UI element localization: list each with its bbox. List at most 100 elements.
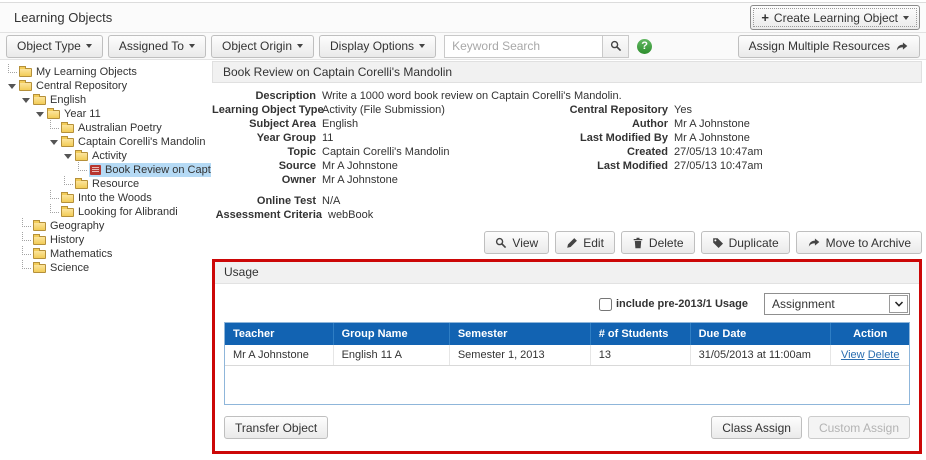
chevron-down-icon [86, 44, 92, 48]
usage-title: Usage [215, 262, 919, 284]
include-pre-2013-usage-checkbox[interactable] [599, 298, 612, 311]
tree-item-label: Activity [92, 150, 127, 162]
tree-connector [22, 246, 31, 255]
folder-icon [19, 68, 32, 77]
forward-arrow-icon [895, 41, 909, 52]
tree-item-label: Mathematics [50, 248, 112, 260]
tree-item-english[interactable]: English [4, 93, 211, 107]
object-type-dropdown[interactable]: Object Type [6, 35, 103, 58]
column-header-semester: Semester [449, 323, 590, 345]
edit-button[interactable]: Edit [555, 231, 615, 254]
usage-type-selected-value: Assignment [772, 297, 835, 311]
tree-item-book-review-selected[interactable]: Book Review on Captain Co [4, 163, 211, 177]
page-title: Learning Objects [14, 10, 112, 25]
folder-icon [61, 194, 74, 203]
usage-type-select[interactable]: Assignment [764, 293, 910, 315]
duplicate-button[interactable]: Duplicate [701, 231, 790, 254]
usage-table-row: Mr A Johnstone English 11 A Semester 1, … [225, 345, 909, 365]
field-value: Captain Corelli's Mandolin [316, 145, 449, 159]
tree-item-label: Central Repository [36, 80, 127, 92]
transfer-object-label: Transfer Object [235, 421, 317, 435]
tree-item-mathematics[interactable]: Mathematics [4, 247, 211, 261]
trash-icon [632, 237, 644, 249]
transfer-object-button[interactable]: Transfer Object [224, 416, 328, 439]
duplicate-label: Duplicate [729, 236, 779, 250]
tree-item-label: Looking for Alibrandi [78, 206, 178, 218]
field-label: Last Modified [552, 159, 668, 173]
object-action-bar: View Edit Delete [212, 222, 922, 257]
tree-item-geography[interactable]: Geography [4, 219, 211, 233]
search-icon [610, 40, 622, 52]
create-learning-object-label: Create Learning Object [774, 11, 898, 25]
tree-item-captain-corellis-mandolin[interactable]: Captain Corelli's Mandolin [4, 135, 211, 149]
display-options-dropdown[interactable]: Display Options [319, 35, 436, 58]
tree-item-central-repository[interactable]: Central Repository [4, 79, 211, 93]
tree-item-label: English [50, 94, 86, 106]
delete-button[interactable]: Delete [621, 231, 695, 254]
field-value: Mr A Johnstone [668, 131, 750, 145]
repository-tree: My Learning Objects Central Repository E… [0, 60, 211, 275]
tree-connector [22, 260, 31, 269]
tree-connector [22, 232, 31, 241]
title-bar: Learning Objects + Create Learning Objec… [0, 3, 926, 33]
move-to-archive-button[interactable]: Move to Archive [796, 231, 922, 254]
tree-expanded-icon[interactable] [50, 140, 58, 145]
assign-multiple-resources-button[interactable]: Assign Multiple Resources [738, 35, 920, 58]
cell-due-date: 31/05/2013 at 11:00am [690, 345, 831, 365]
tree-item-year-11[interactable]: Year 11 [4, 107, 211, 121]
field-value: webBook [322, 208, 373, 222]
tree-item-australian-poetry[interactable]: Australian Poetry [4, 121, 211, 135]
create-learning-object-button[interactable]: + Create Learning Object [750, 5, 920, 30]
view-button[interactable]: View [484, 231, 549, 254]
folder-icon [61, 124, 74, 133]
tree-item-history[interactable]: History [4, 233, 211, 247]
help-icon[interactable]: ? [637, 39, 652, 54]
class-assign-button[interactable]: Class Assign [711, 416, 802, 439]
tree-expanded-icon[interactable] [22, 98, 30, 103]
row-delete-link[interactable]: Delete [868, 349, 900, 361]
tree-item-label: Captain Corelli's Mandolin [78, 136, 205, 148]
keyword-search-input[interactable] [444, 35, 602, 58]
detail-title: Book Review on Captain Corelli's Mandoli… [212, 61, 922, 83]
field-value: N/A [316, 194, 340, 208]
learning-objects-app: Learning Objects + Create Learning Objec… [0, 0, 926, 460]
field-label: Description [212, 89, 316, 103]
search-button[interactable] [602, 35, 629, 58]
tree-item-label: Australian Poetry [78, 122, 162, 134]
custom-assign-button[interactable]: Custom Assign [808, 416, 910, 439]
column-header-students: # of Students [590, 323, 690, 345]
tree-connector [78, 162, 87, 171]
tree-item-my-learning-objects[interactable]: My Learning Objects [4, 65, 211, 79]
folder-icon [75, 152, 88, 161]
detail-fields: DescriptionWrite a 1000 word book review… [212, 83, 922, 222]
content-body: My Learning Objects Central Repository E… [0, 60, 926, 460]
tree-item-label: My Learning Objects [36, 66, 137, 78]
tree-expanded-icon[interactable] [64, 154, 72, 159]
folder-icon [33, 96, 46, 105]
folder-icon [75, 180, 88, 189]
tree-item-looking-for-alibrandi[interactable]: Looking for Alibrandi [4, 205, 211, 219]
tree-item-activity[interactable]: Activity [4, 149, 211, 163]
tree-connector [64, 176, 73, 185]
field-value: 11 [316, 131, 333, 145]
tree-item-science[interactable]: Science [4, 261, 211, 275]
tree-expanded-icon[interactable] [36, 112, 44, 117]
keyword-search-group [444, 35, 629, 58]
tree-expanded-icon[interactable] [8, 84, 16, 89]
folder-icon [33, 264, 46, 273]
object-origin-dropdown[interactable]: Object Origin [211, 35, 314, 58]
select-arrow-box[interactable] [889, 295, 908, 313]
field-value: Activity (File Submission) [316, 103, 445, 117]
tree-item-into-the-woods[interactable]: Into the Woods [4, 191, 211, 205]
tree-item-resource[interactable]: Resource [4, 177, 211, 191]
edit-label: Edit [583, 236, 604, 250]
field-label: Subject Area [212, 117, 316, 131]
row-view-link[interactable]: View [841, 349, 865, 361]
cell-teacher: Mr A Johnstone [225, 345, 333, 365]
cell-actions: View Delete [831, 345, 909, 365]
object-origin-label: Object Origin [222, 39, 292, 53]
field-label: Author [552, 117, 668, 131]
include-pre-2013-usage-option[interactable]: include pre-2013/1 Usage [599, 298, 748, 311]
assigned-to-dropdown[interactable]: Assigned To [108, 35, 206, 58]
field-value: Yes [668, 103, 692, 117]
